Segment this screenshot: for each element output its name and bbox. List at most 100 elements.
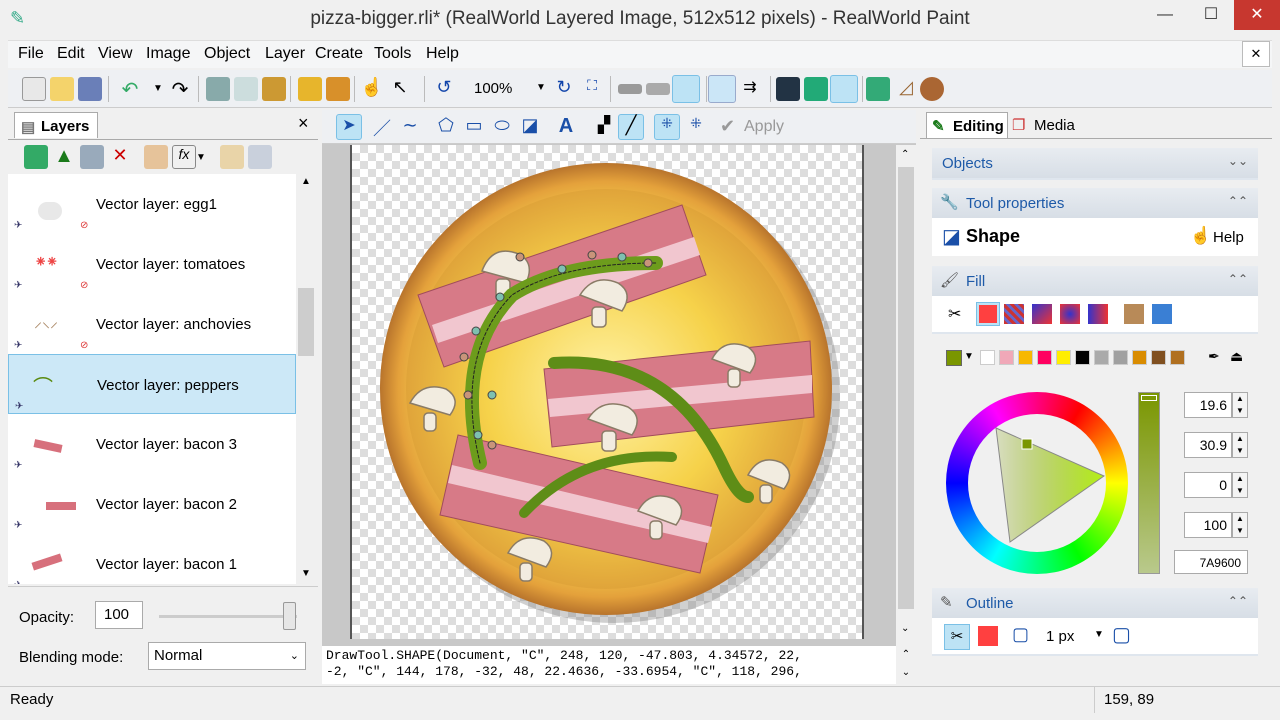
layer-up-icon[interactable] (646, 83, 670, 95)
cut-icon[interactable] (206, 77, 230, 101)
undo-icon[interactable]: ↶ (118, 77, 142, 101)
outline-width-dropdown-icon[interactable]: ▼ (1094, 629, 1104, 640)
layers-active-icon[interactable] (672, 75, 700, 103)
hand-icon[interactable]: ☝ (360, 77, 384, 101)
palette-swatch[interactable] (1113, 350, 1128, 365)
outline-width[interactable]: 1 px (1046, 628, 1074, 645)
stack-icon[interactable] (708, 75, 736, 103)
menu-image[interactable]: Image (146, 45, 190, 63)
minimize-button[interactable]: — (1142, 0, 1188, 30)
group-icon[interactable] (220, 145, 244, 169)
layer-row-tomatoes[interactable]: ⁕⁕ ✈ ⊘ Vector layer: tomatoes (8, 234, 296, 294)
menu-view[interactable]: View (98, 45, 132, 63)
canvas-scroll-thumb[interactable] (898, 167, 914, 609)
color-dropdown-icon[interactable]: ▼ (964, 351, 974, 362)
outline-header[interactable]: ✎ Outline ⌃⌃ (932, 588, 1258, 618)
conical-gradient-icon[interactable] (1088, 304, 1108, 324)
close-button[interactable]: ✕ (1234, 0, 1280, 30)
pen-line-icon[interactable]: ╱ (618, 114, 644, 140)
plugin-icon[interactable] (920, 77, 944, 101)
maximize-button[interactable]: ☐ (1188, 0, 1234, 30)
value-input[interactable]: 0 (1184, 472, 1232, 498)
outline-shape-icon[interactable]: ▢ (1012, 624, 1029, 645)
text-icon[interactable]: A (554, 115, 578, 139)
mask-icon[interactable] (144, 145, 168, 169)
fit-icon[interactable]: ⛶ (580, 77, 604, 101)
expand-icon[interactable]: ⌄⌄ (1228, 154, 1248, 168)
menu-tools[interactable]: Tools (374, 45, 411, 63)
layer-down-icon[interactable] (618, 84, 642, 94)
check-icon[interactable]: ✔ (720, 116, 735, 137)
layer-row-egg1[interactable]: ✈ ⊘ Vector layer: egg1 (8, 174, 296, 234)
ellipse-icon[interactable]: ⬭ (490, 115, 514, 139)
scroll-down-icon[interactable]: ⌄ (901, 623, 909, 634)
effects-icon[interactable]: fx (172, 145, 196, 169)
alpha-input[interactable]: 100 (1184, 512, 1232, 538)
merge-icon[interactable] (326, 77, 350, 101)
layer-delete-icon[interactable]: ✕ (108, 145, 132, 169)
menu-edit[interactable]: Edit (57, 45, 85, 63)
outline-color-swatch[interactable] (978, 626, 998, 646)
menu-layer[interactable]: Layer (265, 45, 305, 63)
layer-row-anchovies[interactable]: ⸝⸜⸝ ✈ ⊘ Vector layer: anchovies (8, 294, 296, 354)
layer-row-peppers[interactable]: ⌒ ✈ Vector layer: peppers (8, 354, 296, 414)
scroll-down-icon[interactable]: ▼ (301, 568, 311, 579)
linear-gradient-icon[interactable] (1032, 304, 1052, 324)
hatch-fill-icon[interactable] (1004, 304, 1024, 324)
tiles-icon[interactable] (804, 77, 828, 101)
layer-row-bacon1[interactable]: ✈ Vector layer: bacon 1 (8, 534, 296, 584)
alpha-slider[interactable] (1138, 392, 1160, 574)
effects-dropdown-icon[interactable]: ▼ (196, 152, 206, 163)
no-outline-icon[interactable]: ✂ (944, 624, 970, 650)
copy-icon[interactable] (234, 77, 258, 101)
collapse-icon[interactable]: ⌃⌃ (1228, 594, 1248, 608)
menu-help[interactable]: Help (426, 45, 459, 63)
hex-input[interactable]: 7A9600 (1174, 550, 1248, 574)
shape-icon[interactable]: ◪ (518, 115, 542, 139)
palette-swatch[interactable] (1094, 350, 1109, 365)
palette-swatch[interactable] (1075, 350, 1090, 365)
swap-icon[interactable]: ⏏ (1230, 348, 1243, 365)
opacity-slider-thumb[interactable] (283, 602, 296, 630)
hue-input[interactable]: 19.6 (1184, 392, 1232, 418)
collapse-icon[interactable]: ⌃⌃ (1228, 194, 1248, 208)
alpha-spinner[interactable]: ▲ ▼ (1232, 512, 1248, 538)
radial-gradient-icon[interactable] (1060, 304, 1080, 324)
new-layer-icon[interactable] (24, 145, 48, 169)
palette-swatch[interactable] (1018, 350, 1033, 365)
layer-row-bacon3[interactable]: ✈ Vector layer: bacon 3 (8, 414, 296, 474)
polygon-icon[interactable]: ⬠ (434, 115, 458, 139)
layers-close-button[interactable]: × (298, 113, 309, 134)
console-scrollbar[interactable]: ⌃ ⌄ (896, 646, 916, 684)
scroll-up-icon[interactable]: ⌃ (901, 149, 909, 160)
grid-icon[interactable] (776, 77, 800, 101)
picture-icon[interactable] (830, 75, 858, 103)
palette-swatch[interactable] (1170, 350, 1185, 365)
help-link[interactable]: Help (1213, 229, 1244, 246)
line-icon[interactable]: ／ (370, 115, 394, 139)
tool-properties-header[interactable]: 🔧 Tool properties ⌃⌃ (932, 188, 1258, 218)
layer-add-icon[interactable] (80, 145, 104, 169)
current-color-swatch[interactable] (946, 350, 962, 366)
zoom-dropdown-icon[interactable]: ▼ (536, 82, 546, 93)
palette-swatch[interactable] (1037, 350, 1052, 365)
layers-scrollbar[interactable]: ▲ ▼ (297, 174, 315, 584)
saturation-triangle[interactable] (946, 392, 1128, 574)
menu-file[interactable]: File (18, 45, 44, 63)
scrollbar-thumb[interactable] (298, 288, 314, 356)
palette-swatch[interactable] (1151, 350, 1166, 365)
animate-icon[interactable]: ⇉ (738, 77, 762, 101)
canvas-vscrollbar[interactable]: ⌃ ⌄ (896, 145, 916, 646)
help-cursor-icon[interactable]: ↖ (388, 77, 412, 101)
document-canvas[interactable] (350, 145, 864, 639)
opacity-slider-track[interactable] (159, 615, 297, 618)
layer-row-bacon2[interactable]: ✈ Vector layer: bacon 2 (8, 474, 296, 534)
objects-header[interactable]: Objects ⌄⌄ (932, 148, 1258, 178)
blending-mode-select[interactable]: Normal ⌄ (148, 642, 306, 670)
image-icon[interactable] (866, 77, 890, 101)
hue-wheel[interactable] (946, 392, 1128, 574)
save-icon[interactable] (78, 77, 102, 101)
tab-layers[interactable]: ▤ Layers (14, 112, 98, 138)
outline-style-icon[interactable]: ▢ (1112, 622, 1131, 647)
undo-dropdown-icon[interactable]: ▼ (146, 77, 170, 101)
